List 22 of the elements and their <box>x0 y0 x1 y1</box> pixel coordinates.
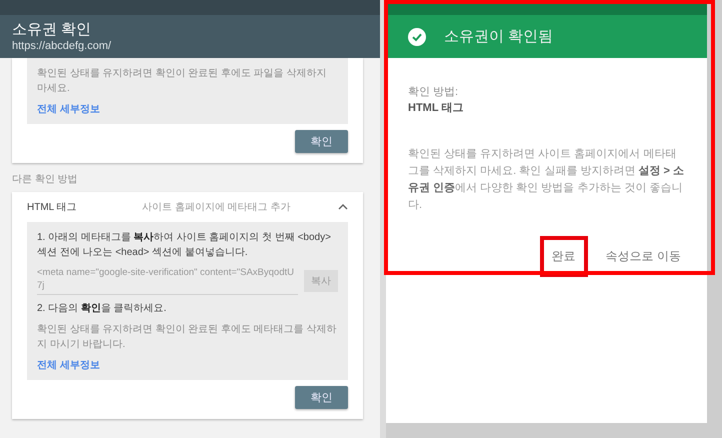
check-circle-icon <box>408 28 426 46</box>
dialog-title: 소유권이 확인됨 <box>444 27 554 46</box>
step-text: 1. 아래의 메타태그를 복사하여 사이트 홈페이지의 첫 번째 <body> 섹션 전에 나오는 <head> 섹션에 붙여넣습니다. <box>37 231 332 260</box>
step-text: 2. 다음의 확인을 클릭하세요. <box>37 302 168 316</box>
dialog-message: 확인된 상태를 유지하려면 사이트 홈페이지에서 메타태그를 삭제하지 마세요. 확인 실패를 방지하려면 설정 > 소유권 인증에서 다양한 확인 방법을 추가하는 것이 좋습니다. <box>408 147 685 213</box>
notice-text: 확인된 상태를 유지하려면 확인이 완료된 후에도 파일을 삭제하지 마세요. <box>37 67 328 96</box>
site-url: https://abcdefg.com/ <box>12 39 112 53</box>
method-description: 사이트 홈페이지에 메타태그 추가 <box>142 201 292 214</box>
dialog-button[interactable]: 완료 <box>540 236 588 277</box>
verify-button[interactable]: 확인 <box>295 130 348 153</box>
details-link[interactable]: 전체 세부정보 <box>37 102 100 116</box>
meta-tag-field[interactable]: <meta name="google-site-verification" content="SAxByqodtU7j <box>37 266 298 295</box>
notice-text: 확인된 상태를 유지하려면 확인이 완료된 후에도 메타태그를 삭제하지 마시기 바랍니다. <box>37 323 338 352</box>
method-label: 확인 방법: <box>408 85 460 100</box>
page-title: 소유권 확인 <box>12 20 92 39</box>
details-link[interactable]: 전체 세부정보 <box>37 358 100 372</box>
section-label: 다른 확인 방법 <box>12 173 79 187</box>
verify-button[interactable]: 확인 <box>295 386 348 409</box>
chevron-up-icon[interactable] <box>338 204 348 210</box>
copy-button[interactable]: 복사 <box>304 270 338 292</box>
method-name: HTML 태그 <box>27 201 78 214</box>
method-value: HTML 태그 <box>408 101 464 116</box>
